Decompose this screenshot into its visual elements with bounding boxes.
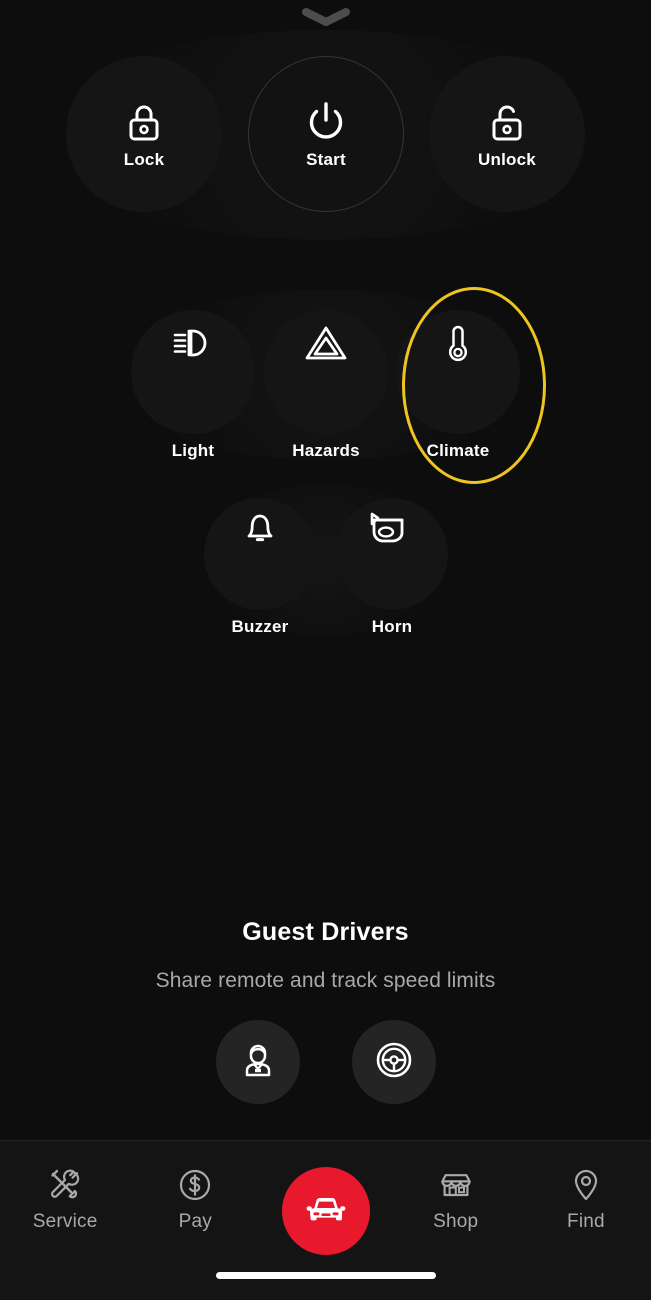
- valet-person-icon: [239, 1040, 277, 1085]
- nav-item-service-label: Service: [32, 1211, 98, 1232]
- bottom-navigation-bar: Service Pay Shop Find: [0, 1140, 651, 1300]
- guest-steering-wheel-button[interactable]: [351, 1020, 436, 1104]
- control-buzzer[interactable]: Buzzer: [204, 498, 316, 635]
- nav-item-pay[interactable]: Pay: [130, 1141, 260, 1259]
- control-lock-label: Lock: [123, 149, 165, 169]
- nav-item-shop-label: Shop: [433, 1211, 479, 1232]
- control-horn-label: Horn: [371, 617, 413, 636]
- control-climate-label: Climate: [426, 441, 490, 460]
- lock-open-icon: [488, 101, 526, 145]
- storefront-icon: [438, 1167, 474, 1203]
- nav-item-find-label: Find: [567, 1211, 605, 1232]
- guest-drivers-actions: [215, 1020, 436, 1104]
- dollar-circle-icon: [177, 1167, 213, 1203]
- control-unlock-label: Unlock: [478, 149, 536, 169]
- control-hazards[interactable]: Hazards: [264, 310, 388, 459]
- control-unlock[interactable]: Unlock: [429, 56, 585, 212]
- control-light[interactable]: Light: [131, 310, 255, 459]
- lock-closed-icon: [125, 101, 163, 145]
- nav-item-find[interactable]: Find: [521, 1141, 651, 1259]
- chevron-down-icon: [301, 7, 350, 27]
- guest-valet-button[interactable]: [215, 1020, 300, 1104]
- control-start-label: Start: [306, 149, 346, 169]
- home-indicator: [215, 1272, 436, 1279]
- hazard-triangle-icon: [304, 323, 348, 363]
- bell-icon: [242, 508, 278, 548]
- car-fab-button[interactable]: [281, 1167, 370, 1255]
- car-front-icon: [303, 1189, 349, 1234]
- thermometer-icon: [445, 321, 471, 365]
- nav-item-pay-label: Pay: [178, 1211, 212, 1232]
- sheet-drag-handle[interactable]: [0, 0, 651, 34]
- power-icon: [305, 101, 347, 145]
- control-light-label: Light: [171, 441, 215, 460]
- headlight-icon: [171, 325, 215, 361]
- vehicle-remote-screen: Lock Start Unlock Light Hazards Climate …: [0, 0, 651, 1300]
- control-start[interactable]: Start: [248, 56, 404, 212]
- control-climate[interactable]: Climate: [396, 310, 520, 459]
- steering-wheel-icon: [374, 1040, 414, 1085]
- tools-icon: [47, 1167, 83, 1203]
- guest-drivers-title: Guest Drivers: [242, 918, 409, 946]
- nav-item-shop[interactable]: Shop: [391, 1141, 521, 1259]
- control-horn[interactable]: Horn: [336, 498, 448, 635]
- control-hazards-label: Hazards: [292, 441, 360, 460]
- guest-drivers-subtitle: Share remote and track speed limits: [155, 969, 496, 992]
- control-buzzer-label: Buzzer: [231, 617, 289, 636]
- map-pin-icon: [570, 1167, 602, 1203]
- guest-drivers-section: Guest Drivers Share remote and track spe…: [0, 918, 651, 1104]
- nav-item-service[interactable]: Service: [0, 1141, 130, 1259]
- control-lock[interactable]: Lock: [66, 56, 222, 212]
- nav-item-car[interactable]: [260, 1141, 390, 1259]
- horn-icon: [369, 512, 415, 544]
